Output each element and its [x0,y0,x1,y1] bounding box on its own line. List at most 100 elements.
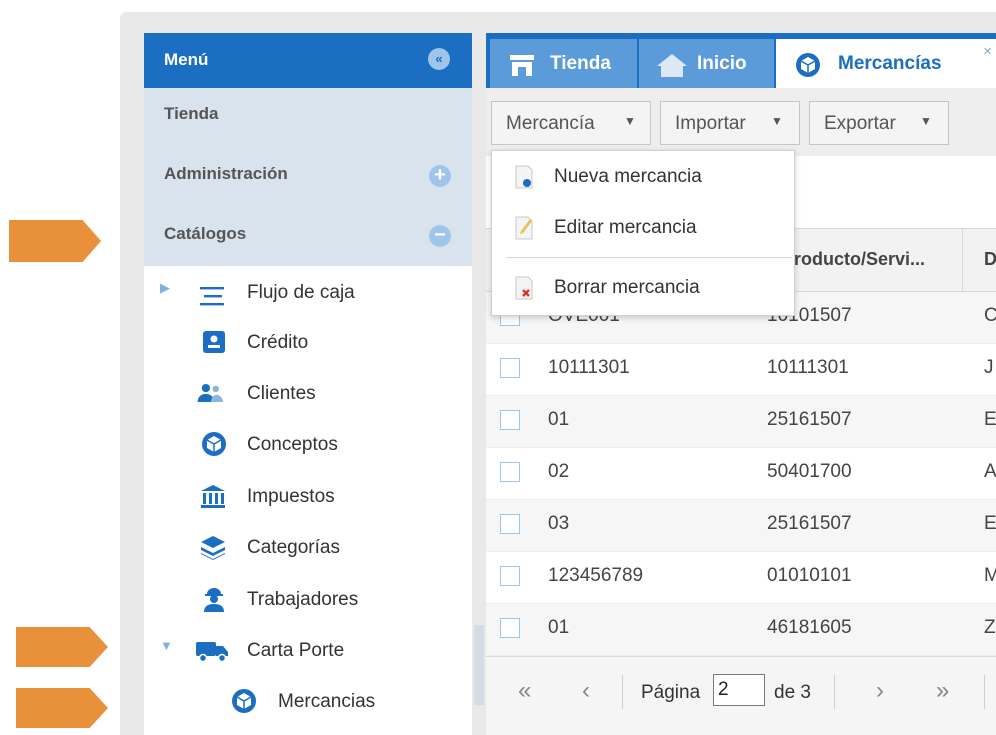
tree-item-label: Conceptos [247,434,338,455]
column-divider [962,229,963,291]
tree-item-label: Impuestos [247,486,335,507]
row-checkbox[interactable] [500,566,520,586]
table-row[interactable]: 02 50401700 A [486,448,996,500]
sidebar-section-administracion[interactable]: Administración + [144,148,472,209]
table-row[interactable]: 123456789 01010101 M [486,552,996,604]
pagination-bar: « ‹ Página de 3 › » [486,656,996,735]
tree-item-trabajadores[interactable]: Trabajadores [144,581,472,621]
tab-label: Inicio [697,53,747,74]
tree-item-categorias[interactable]: Categorías [144,529,472,569]
splitter-grip[interactable] [474,625,484,705]
box-icon [796,53,820,77]
exportar-menu-button[interactable]: Exportar ▼ [809,101,949,145]
row-checkbox[interactable] [500,358,520,378]
cell-clave: 01 [548,617,570,638]
cell-clave: 02 [548,461,570,482]
delete-document-icon [515,276,533,300]
menu-item-nueva-mercancia[interactable]: Nueva mercancia [492,154,792,200]
box-icon [202,432,226,456]
next-page-icon[interactable]: › [876,677,884,705]
mercancia-menu-button[interactable]: Mercancía ▼ [491,101,651,145]
new-document-icon [515,165,533,189]
collapse-minus-icon[interactable]: − [429,225,451,247]
catalog-tree: ▶ Flujo de caja Crédito Clientes Concept… [144,266,472,735]
truck-icon [196,642,228,663]
row-checkbox[interactable] [500,618,520,638]
page-label: Página [641,682,701,703]
tab-mercancias[interactable]: Mercancías × [776,39,996,88]
tree-item-credito[interactable]: Crédito [144,324,472,364]
close-tab-icon[interactable]: × [983,43,992,60]
table-row[interactable]: 01 46181605 Z [486,604,996,656]
row-checkbox[interactable] [500,514,520,534]
tree-item-mercancias[interactable]: Mercancias [144,683,472,723]
tab-bar: Tienda Inicio Mercancías × [486,33,996,88]
store-icon [510,55,534,76]
menu-item-editar-mercancia[interactable]: Editar mercancia [492,205,792,251]
tab-tienda[interactable]: Tienda [490,39,637,88]
sidebar-header: Menú « [144,33,472,88]
column-header-descripcion[interactable]: D [984,249,996,270]
column-header-producto-servicio[interactable]: roducto/Servi... [794,249,925,270]
row-checkbox[interactable] [500,410,520,430]
tree-item-label: Trabajadores [247,589,359,610]
menu-item-label: Borrar mercancia [554,277,700,298]
cell-producto-servicio: 46181605 [767,617,852,638]
last-page-icon[interactable]: » [936,677,949,705]
cell-descripcion: Z [984,617,996,638]
cell-descripcion: E [984,409,996,430]
sidebar-title: Menú [164,50,209,69]
expand-arrow-icon[interactable]: ▶ [160,280,170,296]
table-row[interactable]: 03 25161507 E [486,500,996,552]
table-row[interactable]: 01 25161507 E [486,396,996,448]
cell-producto-servicio: 25161507 [767,513,852,534]
sidebar-section-label: Catálogos [164,224,247,243]
cell-clave: 10111301 [548,357,630,378]
button-label: Exportar [824,113,896,134]
previous-page-icon[interactable]: ‹ [582,677,590,705]
table-row[interactable]: 10111301 10111301 J [486,344,996,396]
tree-item-impuestos[interactable]: Impuestos [144,478,472,518]
dropdown-caret-icon: ▼ [771,114,783,128]
expand-plus-icon[interactable]: + [429,165,451,187]
callout-arrow-mercancias [16,688,108,728]
menu-lines-icon [200,287,224,306]
tree-item-conceptos[interactable]: Conceptos [144,426,472,466]
cell-producto-servicio: 25161507 [767,409,852,430]
collapse-arrow-icon[interactable]: ▼ [160,638,173,653]
cell-clave: 01 [548,409,570,430]
menu-item-label: Nueva mercancia [554,166,702,187]
first-page-icon[interactable]: « [518,677,531,705]
sidebar-section-tienda[interactable]: Tienda [144,88,472,149]
menu-item-borrar-mercancia[interactable]: Borrar mercancia [492,265,792,311]
home-icon [657,54,687,77]
tree-item-carta-porte[interactable]: ▼ Carta Porte [144,632,472,672]
collapse-sidebar-icon[interactable]: « [428,48,450,70]
sidebar-section-catalogos[interactable]: Catálogos − [144,208,472,267]
cell-producto-servicio: 10111301 [767,357,849,378]
tab-inicio[interactable]: Inicio [639,39,774,88]
tree-item-flujo-de-caja[interactable]: ▶ Flujo de caja [144,274,472,314]
id-card-icon [203,331,225,353]
tree-item-label: Carta Porte [247,640,345,661]
toolbar: Mercancía ▼ Importar ▼ Exportar ▼ [486,88,996,156]
dropdown-caret-icon: ▼ [920,114,932,128]
bank-icon [201,485,225,508]
cell-clave: 123456789 [548,565,644,586]
pager-divider [622,675,623,709]
cell-producto-servicio: 50401700 [767,461,852,482]
row-checkbox[interactable] [500,462,520,482]
menu-separator [506,257,792,258]
sidebar-section-label: Tienda [164,104,219,123]
layers-icon [201,536,225,560]
tab-label: Mercancías [838,53,942,74]
tree-item-clientes[interactable]: Clientes [144,375,472,415]
tab-label: Tienda [550,53,611,74]
page-number-input[interactable] [713,674,765,706]
tree-item-label: Crédito [247,332,309,353]
sidebar-section-label: Administración [164,164,288,183]
cell-descripcion: J [984,357,994,378]
button-label: Importar [675,113,746,134]
importar-menu-button[interactable]: Importar ▼ [660,101,800,145]
menu-item-label: Editar mercancia [554,217,697,238]
